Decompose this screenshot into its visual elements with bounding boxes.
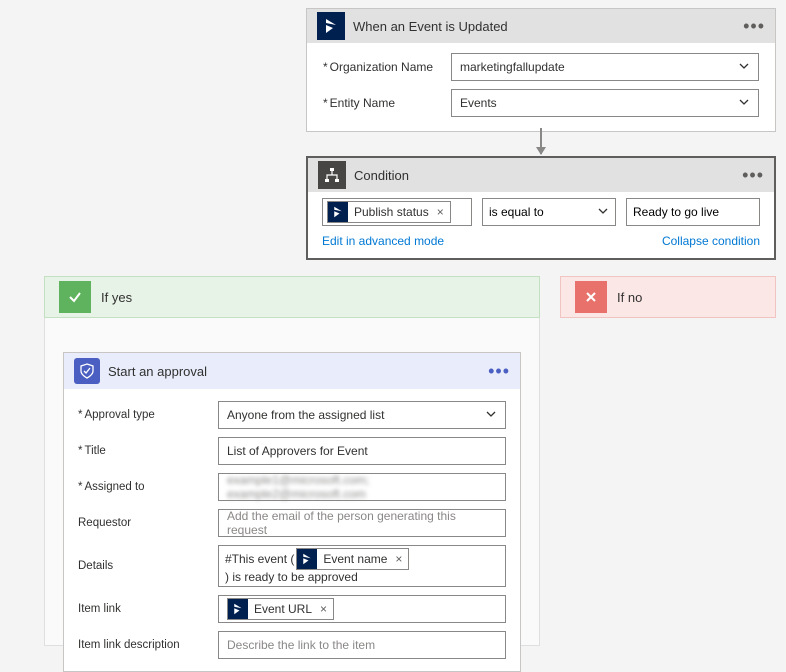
- approval-type-select[interactable]: Anyone from the assigned list: [218, 401, 506, 429]
- assigned-to-row: *Assigned to example1@microsoft.com; exa…: [78, 473, 506, 501]
- trigger-header: When an Event is Updated •••: [307, 9, 775, 43]
- approval-body: *Approval type Anyone from the assigned …: [64, 389, 520, 671]
- flow-arrow: [540, 128, 542, 154]
- chevron-down-icon: [485, 407, 497, 423]
- condition-title: Condition: [354, 168, 742, 183]
- if-no-label: If no: [617, 290, 642, 305]
- condition-operator-select[interactable]: is equal to: [482, 198, 616, 226]
- event-url-token[interactable]: Event URL ×: [227, 598, 334, 620]
- token-remove-button[interactable]: ×: [393, 552, 404, 566]
- edit-advanced-link[interactable]: Edit in advanced mode: [322, 234, 444, 248]
- approval-card: Start an approval ••• *Approval type Any…: [63, 352, 521, 672]
- trigger-body: *Organization Name marketingfallupdate *…: [307, 43, 775, 131]
- condition-icon: [318, 161, 346, 189]
- event-name-token[interactable]: Event name ×: [296, 548, 409, 570]
- chevron-down-icon: [597, 205, 609, 220]
- details-input[interactable]: #This event ( Event name × ) is ready to…: [218, 545, 506, 587]
- trigger-card: When an Event is Updated ••• *Organizati…: [306, 8, 776, 132]
- dynamics-icon: [297, 549, 317, 569]
- condition-card: Condition ••• Publish status × is equal …: [306, 156, 776, 260]
- requestor-input[interactable]: Add the email of the person generating t…: [218, 509, 506, 537]
- if-yes-branch: If yes: [44, 276, 540, 318]
- chevron-down-icon: [738, 60, 750, 75]
- approval-icon: [74, 358, 100, 384]
- item-link-input[interactable]: Event URL ×: [218, 595, 506, 623]
- approval-title: Start an approval: [108, 364, 488, 379]
- approval-menu-button[interactable]: •••: [488, 361, 510, 382]
- org-name-label: Organization Name: [330, 60, 433, 74]
- if-yes-panel: Start an approval ••• *Approval type Any…: [44, 318, 540, 646]
- item-link-desc-row: Item link description Describe the link …: [78, 631, 506, 659]
- approval-header: Start an approval •••: [64, 353, 520, 389]
- approval-title-row: *Title List of Approvers for Event: [78, 437, 506, 465]
- token-remove-button[interactable]: ×: [435, 205, 446, 219]
- condition-row: Publish status × is equal to Ready to go…: [308, 192, 774, 232]
- item-link-row: Item link Event URL ×: [78, 595, 506, 623]
- details-row: Details #This event ( Event name × ) is …: [78, 545, 506, 587]
- condition-menu-button[interactable]: •••: [742, 165, 764, 186]
- assigned-to-input[interactable]: example1@microsoft.com; example2@microso…: [218, 473, 506, 501]
- org-name-select[interactable]: marketingfallupdate: [451, 53, 759, 81]
- trigger-title: When an Event is Updated: [353, 19, 743, 34]
- checkmark-icon: [59, 281, 91, 313]
- condition-value-input[interactable]: Ready to go live: [626, 198, 760, 226]
- chevron-down-icon: [738, 96, 750, 111]
- dynamics-icon: [228, 599, 248, 619]
- if-yes-label: If yes: [101, 290, 132, 305]
- entity-name-row: *Entity Name Events: [323, 89, 759, 117]
- dynamics-icon: [328, 202, 348, 222]
- item-link-desc-input[interactable]: Describe the link to the item: [218, 631, 506, 659]
- condition-left-operand[interactable]: Publish status ×: [322, 198, 472, 226]
- dynamics-icon: [317, 12, 345, 40]
- token-remove-button[interactable]: ×: [318, 602, 329, 616]
- requestor-row: Requestor Add the email of the person ge…: [78, 509, 506, 537]
- condition-header: Condition •••: [308, 158, 774, 192]
- publish-status-token[interactable]: Publish status ×: [327, 201, 451, 223]
- if-no-branch: If no: [560, 276, 776, 318]
- entity-name-label: Entity Name: [330, 96, 395, 110]
- collapse-condition-link[interactable]: Collapse condition: [662, 234, 760, 248]
- org-name-row: *Organization Name marketingfallupdate: [323, 53, 759, 81]
- entity-name-select[interactable]: Events: [451, 89, 759, 117]
- trigger-menu-button[interactable]: •••: [743, 16, 765, 37]
- approval-type-row: *Approval type Anyone from the assigned …: [78, 401, 506, 429]
- cross-icon: [575, 281, 607, 313]
- approval-title-input[interactable]: List of Approvers for Event: [218, 437, 506, 465]
- condition-links: Edit in advanced mode Collapse condition: [308, 232, 774, 258]
